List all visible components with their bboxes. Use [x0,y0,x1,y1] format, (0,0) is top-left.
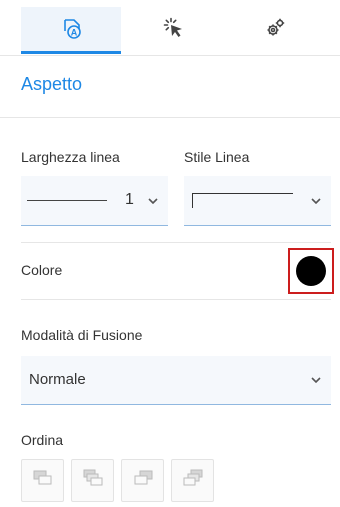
blend-mode-label: Modalità di Fusione [21,327,143,343]
blend-mode-value: Normale [29,371,86,388]
divider [21,242,331,243]
send-backward-icon [132,469,154,492]
tab-interaction[interactable] [124,7,224,54]
color-swatch [296,256,326,286]
section-title: Aspetto [21,74,83,94]
line-width-preview [27,200,107,201]
tab-appearance[interactable]: A [21,7,121,54]
appearance-icon: A [60,17,82,44]
send-backward-button[interactable] [121,459,164,502]
send-to-back-button[interactable] [171,459,214,502]
line-style-label: Stile Linea [184,149,250,165]
gears-icon [264,17,286,44]
chevron-down-icon [311,197,321,204]
svg-text:A: A [71,28,78,38]
active-tab-indicator [21,51,121,54]
color-label: Colore [21,262,63,278]
send-to-back-icon [182,469,204,492]
bring-to-front-icon [82,469,104,492]
color-picker-button[interactable] [288,248,334,294]
click-cursor-icon [163,17,185,44]
order-label: Ordina [21,432,64,448]
bring-to-front-button[interactable] [71,459,114,502]
line-width-label: Larghezza linea [21,149,120,165]
chevron-down-icon [148,197,158,204]
bring-forward-button[interactable] [21,459,64,502]
tab-settings[interactable] [225,7,325,54]
bring-forward-icon [32,469,54,492]
chevron-down-icon [311,377,321,383]
blend-mode-dropdown[interactable]: Normale [21,356,331,405]
line-width-dropdown[interactable]: 1 [21,176,168,226]
tab-bar: A [0,0,340,56]
line-style-dropdown[interactable] [184,176,331,226]
line-style-preview [192,193,293,208]
line-width-value: 1 [125,191,134,208]
divider [0,117,340,118]
divider [21,299,331,300]
